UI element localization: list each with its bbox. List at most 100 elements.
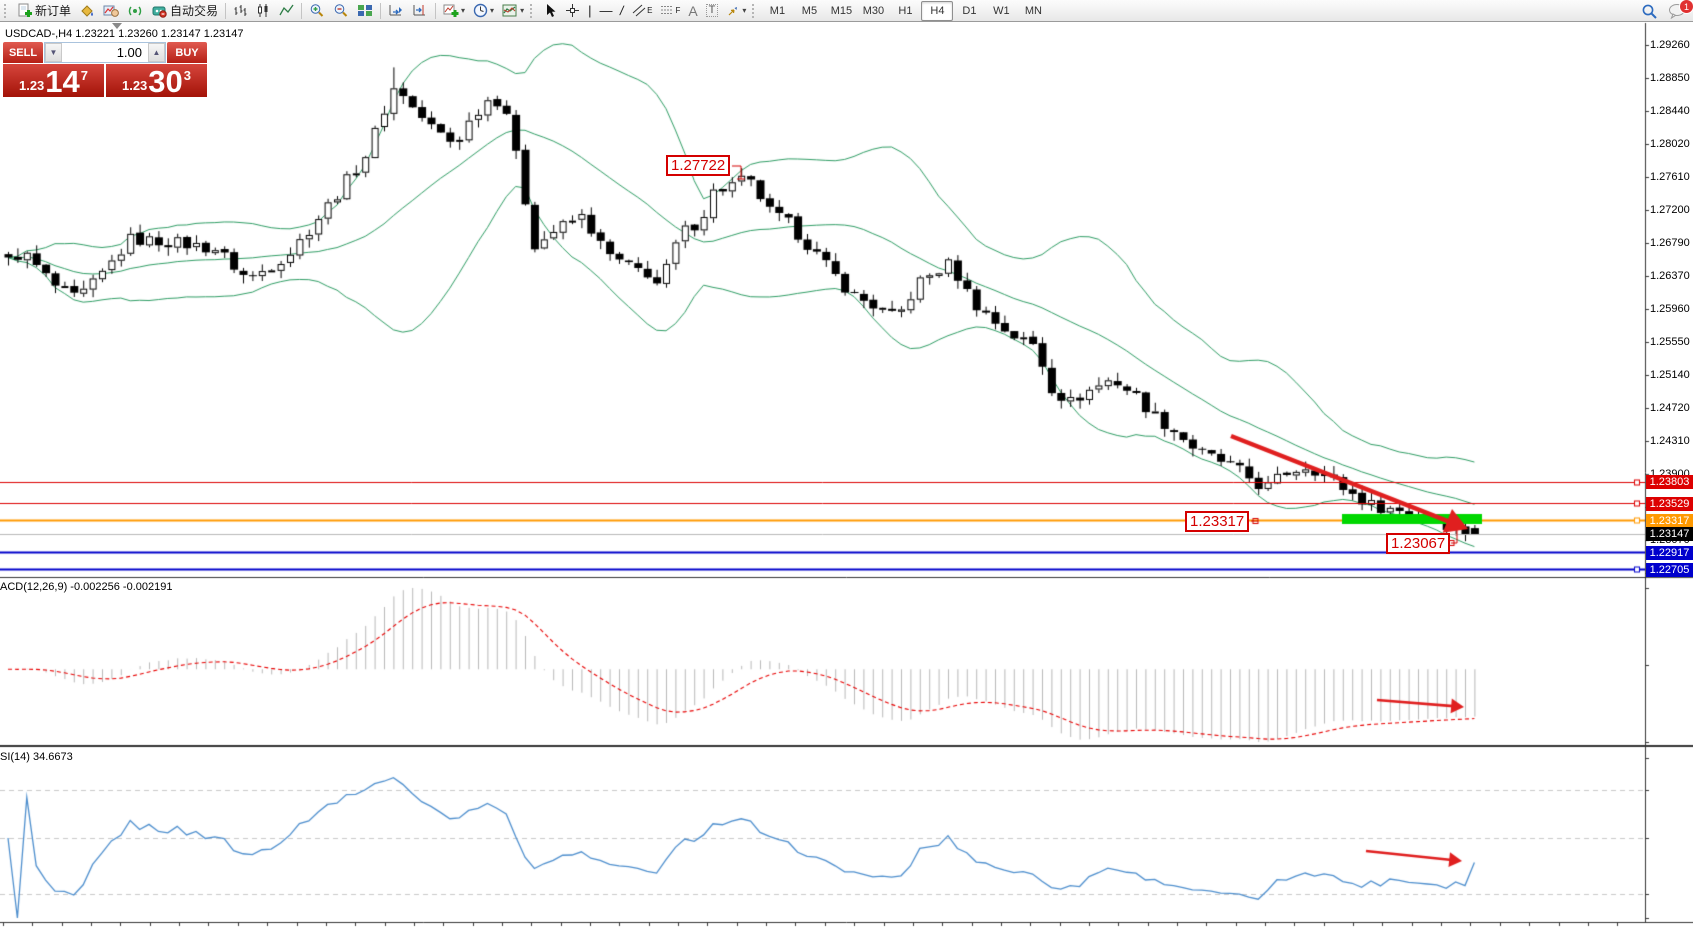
price-tick-label: 1.28850 [1650,72,1690,84]
cursor-tool-button[interactable] [539,0,561,21]
volume-increment-button[interactable]: ▲ [148,43,165,62]
notifications-button[interactable]: 1 [1668,3,1687,19]
price-tick-label: 1.24310 [1650,435,1690,447]
one-click-trading-panel: SELL ▼ 1.00 ▲ BUY 1.23 14 7 1.23 30 3 [3,42,207,97]
price-tick-label: 1.27610 [1650,171,1690,183]
arrows-tool-button[interactable]: ▾ [722,0,750,21]
buy-price-display[interactable]: 1.23 30 3 [106,64,207,97]
timeframe-button-d1[interactable]: D1 [953,1,985,21]
timeframe-button-m5[interactable]: M5 [793,1,825,21]
price-tick-label: 1.28020 [1650,138,1690,150]
new-order-button[interactable]: 新订单 [13,0,75,21]
buy-price-sup: 3 [184,68,191,83]
chart-shift-button[interactable] [408,0,432,21]
zoom-in-icon [309,3,325,18]
vertical-line-icon: | [588,4,591,17]
price-line-label[interactable]: 1.22917 [1646,546,1693,560]
chart-canvas[interactable] [0,0,1693,940]
toolbar-grip[interactable] [530,4,536,18]
price-annotation[interactable]: 1.23067 [1386,533,1450,554]
price-tick-label: 1.25550 [1650,336,1690,348]
fibonacci-tool-button[interactable]: F [656,0,684,21]
text-tool-icon: A [688,4,697,18]
timeframe-button-m15[interactable]: M15 [825,1,857,21]
price-tick-label: 1.29260 [1650,39,1690,51]
periods-button[interactable]: ▾ [469,0,498,21]
channel-tool-button[interactable]: E [628,0,656,21]
profiles-button[interactable] [99,0,123,21]
vertical-line-tool-button[interactable]: | [584,0,595,21]
timeframe-button-w1[interactable]: W1 [985,1,1017,21]
buy-button[interactable]: BUY [167,42,207,63]
main-toolbar: 新订单 自动交易 [0,0,1693,22]
volume-input[interactable]: 1.00 [62,43,148,62]
chevron-down-icon: ▾ [520,6,524,15]
toolbar-separator [301,3,302,19]
templates-icon [502,3,518,18]
timeframe-button-mn[interactable]: MN [1017,1,1049,21]
chevron-down-icon: ▾ [461,6,465,15]
signal-icon [127,3,143,18]
horizontal-line-tool-button[interactable]: — [595,0,616,21]
new-order-icon [17,3,32,18]
new-order-label: 新订单 [35,2,71,19]
toolbar-separator [435,3,436,19]
cursor-icon [543,3,557,18]
text-label-icon: T [706,4,719,17]
paint-bucket-icon [79,3,95,18]
chevron-down-icon: ▾ [490,6,494,15]
search-icon[interactable] [1641,3,1658,20]
tile-windows-button[interactable] [353,0,377,21]
chevron-down-icon: ▾ [742,6,746,15]
chart-title: USDCAD-,H4 1.23221 1.23260 1.23147 1.231… [5,28,244,40]
zoom-out-button[interactable] [329,0,353,21]
volume-decrement-button[interactable]: ▼ [45,43,62,62]
zoom-in-button[interactable] [305,0,329,21]
templates-button[interactable]: ▾ [498,0,528,21]
crosshair-tool-button[interactable] [561,0,584,21]
sell-button[interactable]: SELL [3,42,43,63]
profiles-icon [103,3,119,18]
candlestick-chart-button[interactable] [252,0,275,21]
horizontal-line-icon: — [599,4,612,17]
price-line-label[interactable]: 1.23803 [1646,475,1693,489]
one-click-collapse-caret[interactable] [112,23,122,29]
price-line-label[interactable]: 1.23317 [1646,514,1693,528]
timeframe-button-h1[interactable]: H1 [889,1,921,21]
indicators-button[interactable]: ▾ [439,0,469,21]
autotrading-label: 自动交易 [170,2,218,19]
line-chart-icon [279,3,294,18]
channel-e-glyph: E [647,6,652,15]
toolbar-grip[interactable] [4,4,10,18]
text-tool-button[interactable]: A [684,0,701,21]
sell-price-display[interactable]: 1.23 14 7 [3,64,104,97]
timeframe-button-h4[interactable]: H4 [921,1,953,21]
autotrading-button[interactable]: 自动交易 [147,0,222,21]
price-annotation[interactable]: 1.23317 [1185,511,1249,532]
macd-indicator-label: ACD(12,26,9) -0.002256 -0.002191 [0,581,172,593]
arrow-objects-icon [726,4,740,18]
bar-chart-button[interactable] [229,0,252,21]
trendline-tool-button[interactable]: / [616,0,628,21]
timeframe-button-m1[interactable]: M1 [761,1,793,21]
text-label-tool-button[interactable]: T [702,0,723,21]
signals-button[interactable] [123,0,147,21]
auto-scroll-button[interactable] [384,0,408,21]
candlestick-chart-icon [256,3,271,18]
timeframe-button-m30[interactable]: M30 [857,1,889,21]
line-chart-button[interactable] [275,0,298,21]
rsi-indicator-label: SI(14) 34.6673 [0,751,73,763]
sell-price-big: 14 [45,67,79,96]
price-line-label[interactable]: 1.23529 [1646,497,1693,511]
styles-button[interactable] [75,0,99,21]
buy-price-prefix: 1.23 [122,78,147,93]
toolbar-grip[interactable] [752,4,758,18]
notification-badge: 1 [1679,0,1693,14]
toolbar-separator [380,3,381,19]
crosshair-icon [565,3,580,18]
trendline-icon: / [619,4,625,17]
fibonacci-f-glyph: F [675,6,680,15]
price-line-label[interactable]: 1.23147 [1646,527,1693,541]
price-line-label[interactable]: 1.22705 [1646,563,1693,577]
price-annotation[interactable]: 1.27722 [666,155,730,176]
